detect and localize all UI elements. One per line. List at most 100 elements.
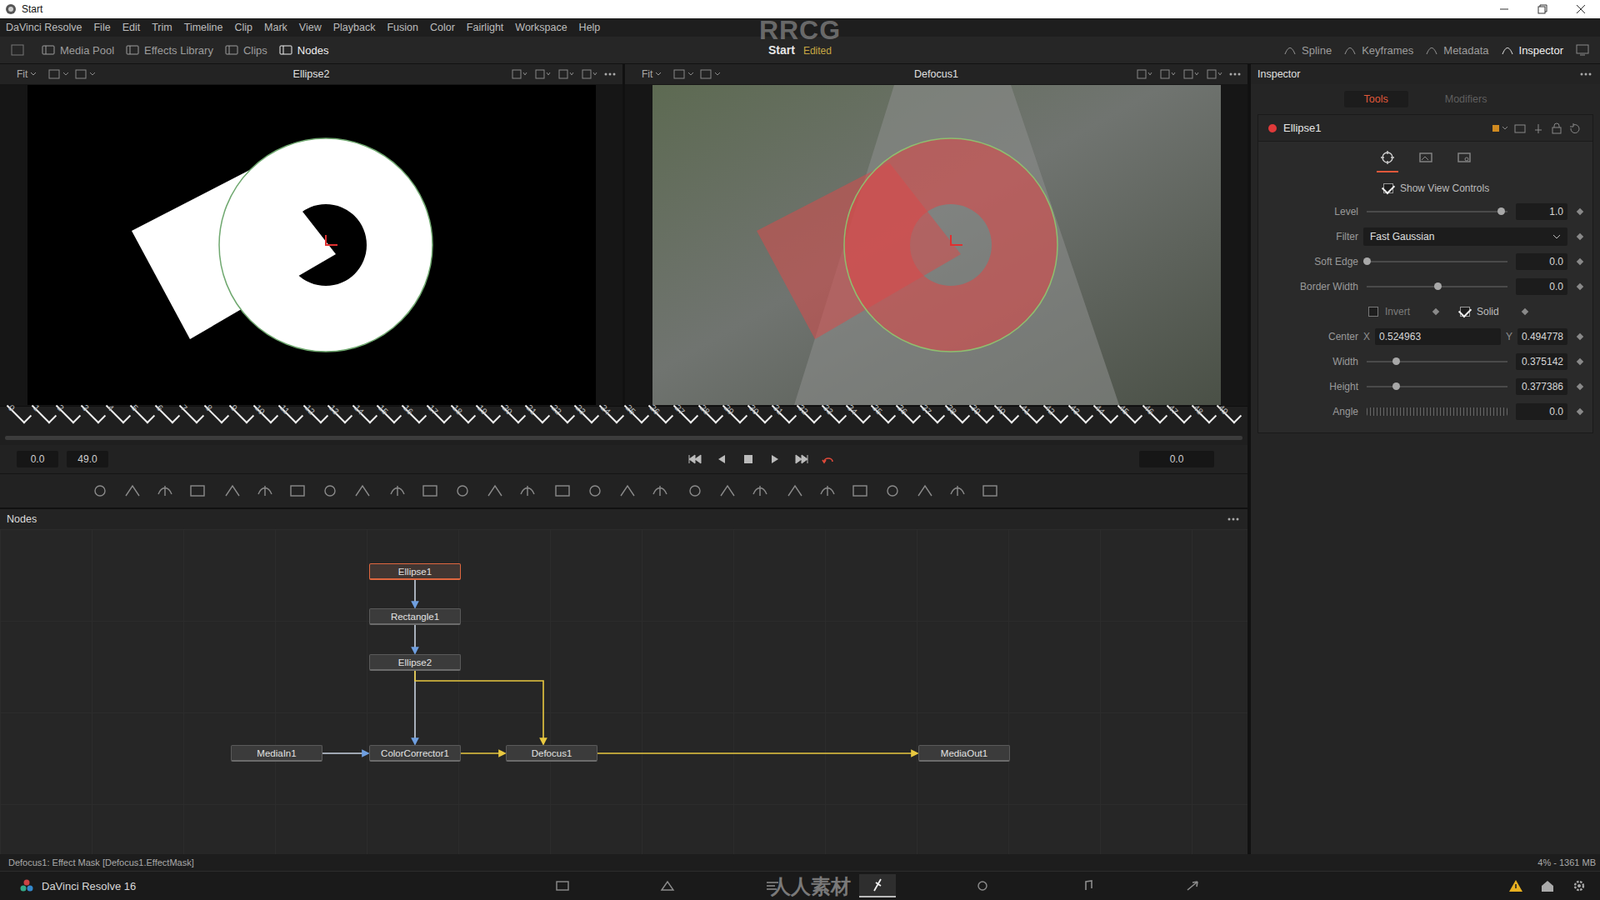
toolbar-button[interactable]: Spline xyxy=(1283,44,1332,57)
inspector-tab[interactable]: Tools xyxy=(1344,90,1409,108)
close-icon[interactable] xyxy=(1561,0,1600,19)
keyframe-icon[interactable] xyxy=(1576,408,1584,415)
viewer-tool-icon[interactable] xyxy=(509,68,530,80)
stop-icon[interactable] xyxy=(739,452,758,466)
fusion-tool-icon[interactable] xyxy=(90,482,110,500)
checkbox-option[interactable]: Invert xyxy=(1368,305,1439,318)
warning-icon[interactable] xyxy=(1508,879,1524,893)
fusion-tool-icon[interactable] xyxy=(717,482,738,500)
fusion-tool-icon[interactable] xyxy=(750,482,770,500)
control-page-tab[interactable] xyxy=(1376,148,1399,173)
start-time-field[interactable]: 0.0 xyxy=(16,450,59,468)
fit-dropdown[interactable]: Fit xyxy=(5,68,44,80)
keyframe-icon[interactable] xyxy=(1576,208,1584,215)
fusion-tool-icon[interactable] xyxy=(222,482,243,500)
connection-line[interactable] xyxy=(322,752,366,755)
keyframe-icon[interactable] xyxy=(1576,283,1584,290)
fusion-tool-icon[interactable] xyxy=(517,482,538,500)
toolbar-button[interactable]: Clips xyxy=(225,44,268,57)
node[interactable]: Defocus1 xyxy=(505,745,598,762)
fusion-tool-icon[interactable] xyxy=(122,482,143,500)
menu-item[interactable]: View xyxy=(299,21,322,34)
more-icon[interactable] xyxy=(1225,515,1241,524)
play-icon[interactable] xyxy=(765,452,785,466)
keyframe-icon[interactable] xyxy=(1576,333,1584,340)
viewer-tool-icon[interactable] xyxy=(579,68,600,80)
viewer-option-icon[interactable] xyxy=(73,68,97,80)
checkbox[interactable] xyxy=(1368,306,1379,317)
node[interactable]: Ellipse1 xyxy=(369,563,461,580)
control-page-tab[interactable] xyxy=(1415,148,1437,173)
fusion-tool-icon[interactable] xyxy=(287,482,308,500)
loop-icon[interactable] xyxy=(819,452,838,466)
node[interactable]: MediaOut1 xyxy=(918,745,1010,762)
inspector-tab[interactable]: Modifiers xyxy=(1425,90,1508,108)
fusion-tool-icon[interactable] xyxy=(585,482,605,500)
menu-item[interactable]: Clip xyxy=(235,21,254,34)
fusion-tool-icon[interactable] xyxy=(915,482,935,500)
fusion-tool-icon[interactable] xyxy=(387,482,408,500)
monitor-icon[interactable] xyxy=(1575,42,1590,58)
viewer-canvas[interactable] xyxy=(0,84,623,406)
page-button[interactable] xyxy=(544,875,581,897)
viewer-tool-icon[interactable] xyxy=(555,68,576,80)
node[interactable]: ColorCorrector1 xyxy=(369,745,461,762)
connection-line[interactable] xyxy=(414,625,416,651)
home-icon[interactable] xyxy=(1540,879,1555,893)
more-icon[interactable] xyxy=(1227,68,1243,80)
connection-line[interactable] xyxy=(597,752,915,755)
fusion-tool-icon[interactable] xyxy=(882,482,903,500)
slider[interactable] xyxy=(1366,280,1508,293)
slider[interactable] xyxy=(1366,380,1508,393)
menu-item[interactable]: Trim xyxy=(151,21,173,34)
fusion-tool-icon[interactable] xyxy=(320,482,340,500)
toolbar-button[interactable]: Nodes xyxy=(279,44,330,57)
fit-dropdown[interactable]: Fit xyxy=(630,68,669,80)
menu-item[interactable]: Edit xyxy=(122,21,141,34)
restore-icon[interactable] xyxy=(1523,0,1562,19)
connection-line[interactable] xyxy=(414,580,416,605)
checkbox[interactable] xyxy=(1383,183,1394,194)
fusion-tool-icon[interactable] xyxy=(785,482,805,500)
fusion-tool-icon[interactable] xyxy=(850,482,870,500)
reset-icon[interactable] xyxy=(1567,122,1583,135)
menu-item[interactable]: Workspace xyxy=(515,21,567,34)
slider[interactable] xyxy=(1366,355,1508,368)
menu-item[interactable]: File xyxy=(93,21,110,34)
toolbar-button[interactable]: Keyframes xyxy=(1343,44,1414,57)
viewer-tool-icon[interactable] xyxy=(1157,68,1178,80)
fusion-tool-icon[interactable] xyxy=(420,482,440,500)
menu-item[interactable]: Mark xyxy=(264,21,288,34)
value-field[interactable]: 0.0 xyxy=(1515,278,1568,295)
value-field[interactable]: 1.0 xyxy=(1515,203,1568,220)
viewer-option-icon[interactable] xyxy=(46,68,70,80)
page-button[interactable] xyxy=(1069,875,1106,897)
node[interactable]: Rectangle1 xyxy=(369,608,461,625)
fusion-tool-icon[interactable] xyxy=(187,482,208,500)
toolbar-button[interactable]: Metadata xyxy=(1425,44,1489,57)
slider[interactable] xyxy=(1366,255,1508,268)
fusion-tool-icon[interactable] xyxy=(980,482,1000,500)
keyframe-icon[interactable] xyxy=(1432,308,1440,315)
fusion-tool-icon[interactable] xyxy=(485,482,505,500)
keyframe-icon[interactable] xyxy=(1576,233,1584,240)
fusion-tool-icon[interactable] xyxy=(255,482,275,500)
show-view-controls[interactable]: Show View Controls xyxy=(1258,175,1593,200)
node[interactable]: MediaIn1 xyxy=(230,745,323,762)
toolbar-button[interactable]: Effects Library xyxy=(125,44,214,57)
fusion-tool-icon[interactable] xyxy=(650,482,670,500)
angle-dial[interactable] xyxy=(1366,407,1508,416)
pin-icon[interactable] xyxy=(1530,122,1546,135)
connection-line[interactable] xyxy=(460,752,503,755)
gear-icon[interactable] xyxy=(1571,879,1587,893)
page-button[interactable] xyxy=(649,875,686,897)
panel-toggle-icon[interactable] xyxy=(10,42,25,58)
fusion-tool-icon[interactable] xyxy=(155,482,175,500)
control-page-tab[interactable] xyxy=(1453,148,1475,173)
viewer-tool-icon[interactable] xyxy=(1204,68,1225,80)
color-tag-icon[interactable] xyxy=(1490,122,1510,135)
checkbox[interactable] xyxy=(1460,306,1470,317)
fusion-tool-icon[interactable] xyxy=(552,482,573,500)
value-field[interactable]: 0.0 xyxy=(1515,253,1568,270)
current-time-field[interactable]: 0.0 xyxy=(1139,450,1215,468)
